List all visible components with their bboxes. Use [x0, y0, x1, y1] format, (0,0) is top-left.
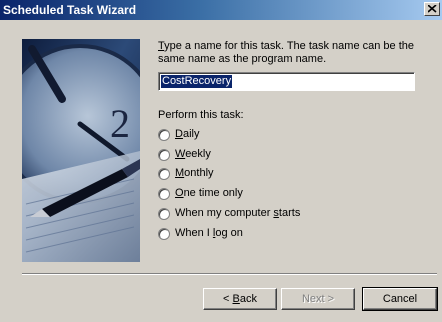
svg-text:2: 2	[110, 101, 130, 146]
close-button[interactable]	[424, 2, 440, 16]
task-name-value: CostRecovery	[161, 75, 233, 88]
radio-label-daily: Daily	[175, 128, 200, 140]
radio-label-weekly: Weekly	[175, 148, 211, 160]
wizard-window: Scheduled Task Wizard 2 Type a name for …	[0, 0, 442, 322]
window-title: Scheduled Task Wizard	[3, 3, 137, 17]
back-button-label: < Back	[223, 293, 257, 305]
radio-button[interactable]	[158, 149, 170, 161]
radio-button[interactable]	[158, 228, 170, 240]
radio-button[interactable]	[158, 208, 170, 220]
title-bar[interactable]: Scheduled Task Wizard	[0, 0, 442, 20]
radio-button[interactable]	[158, 129, 170, 141]
wizard-clock-pen-image: 2	[22, 39, 140, 262]
separator-highlight	[22, 274, 437, 275]
back-button[interactable]: < Back	[203, 288, 277, 310]
radio-label-one-time-only: One time only	[175, 187, 243, 199]
task-name-prompt: Type a name for this task. The task name…	[158, 40, 428, 66]
next-button-label: Next >	[301, 293, 335, 305]
next-button[interactable]: Next >	[281, 288, 355, 310]
radio-label-log-on: When I log on	[175, 227, 243, 239]
cancel-button[interactable]: Cancel	[362, 287, 438, 311]
radio-button[interactable]	[158, 168, 170, 180]
radio-button[interactable]	[158, 188, 170, 200]
prompt-text: ype a name for this task. The task name …	[158, 40, 415, 65]
cancel-button-label: Cancel	[382, 293, 418, 305]
perform-task-label: Perform this task:	[158, 109, 244, 121]
radio-label-computer-starts: When my computer starts	[175, 207, 301, 219]
task-name-input[interactable]: CostRecovery	[158, 72, 415, 91]
radio-label-monthly: Monthly	[175, 167, 214, 179]
close-icon	[428, 5, 437, 13]
